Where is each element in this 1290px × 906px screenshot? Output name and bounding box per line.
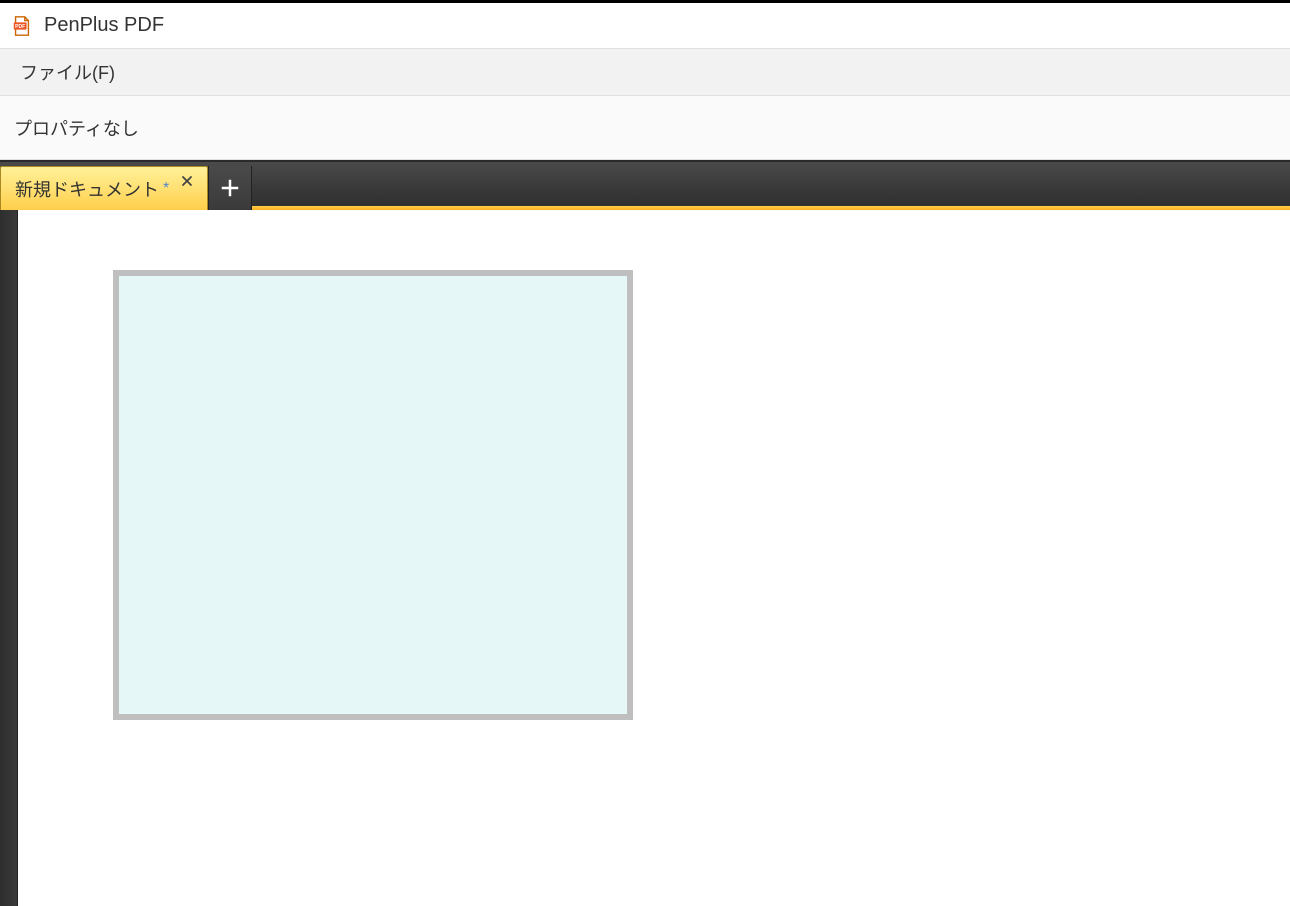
svg-text:PDF: PDF — [15, 24, 25, 30]
document-wrapper — [0, 210, 1290, 906]
property-empty-label: プロパティなし — [14, 115, 139, 141]
property-bar: プロパティなし — [0, 96, 1290, 160]
left-gutter — [0, 210, 18, 906]
title-bar: PDF PenPlus PDF — [0, 3, 1290, 48]
document-tab[interactable]: 新規ドキュメント * — [0, 166, 208, 210]
document-canvas[interactable] — [18, 210, 1290, 906]
tab-modified-marker: * — [163, 180, 169, 198]
app-title: PenPlus PDF — [44, 14, 164, 37]
close-tab-button[interactable] — [177, 171, 197, 191]
pdf-app-icon: PDF — [10, 14, 34, 38]
new-tab-button[interactable] — [208, 166, 252, 210]
page-object[interactable] — [113, 270, 633, 720]
menu-bar: ファイル(F) — [0, 48, 1290, 96]
menu-file[interactable]: ファイル(F) — [10, 53, 125, 91]
plus-icon — [220, 178, 240, 198]
tab-label: 新規ドキュメント — [15, 176, 159, 202]
tab-bar: 新規ドキュメント * — [0, 160, 1290, 210]
close-icon — [181, 175, 193, 187]
